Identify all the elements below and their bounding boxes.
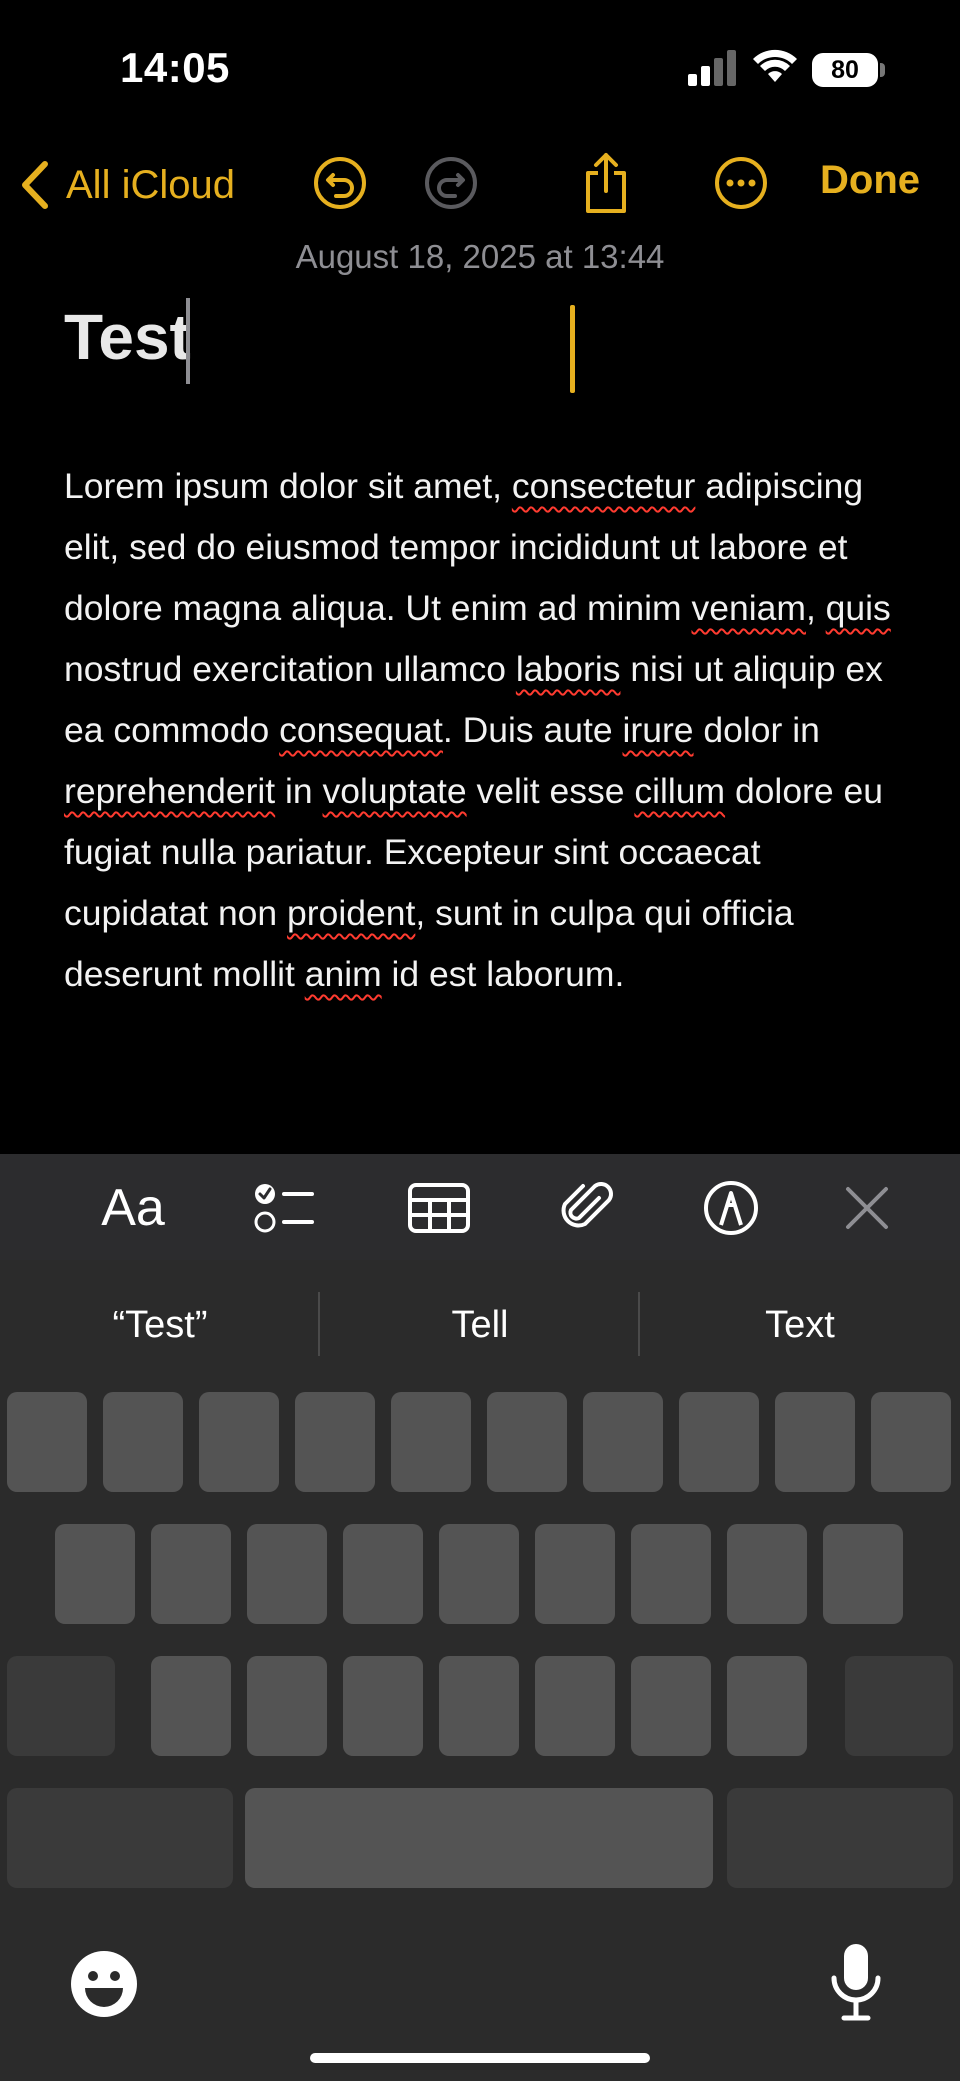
space-key[interactable] bbox=[245, 1788, 713, 1888]
note-body[interactable]: Lorem ipsum dolor sit amet, consectetur … bbox=[64, 456, 914, 1005]
microphone-icon[interactable] bbox=[826, 1942, 886, 2022]
keyboard-key[interactable] bbox=[679, 1392, 759, 1492]
redo-button[interactable] bbox=[416, 148, 486, 218]
misspelled-word[interactable]: voluptate bbox=[323, 771, 467, 811]
paperclip-icon bbox=[561, 1182, 613, 1228]
misspelled-word[interactable]: cillum bbox=[634, 771, 725, 811]
checklist-button[interactable] bbox=[250, 1178, 320, 1238]
keyboard-key[interactable] bbox=[199, 1392, 279, 1492]
share-button[interactable] bbox=[571, 148, 641, 218]
keyboard-key[interactable] bbox=[247, 1524, 327, 1624]
keyboard-key[interactable] bbox=[55, 1524, 135, 1624]
note-date: August 18, 2025 at 13:44 bbox=[295, 238, 665, 275]
keyboard-key[interactable] bbox=[871, 1392, 951, 1492]
close-icon bbox=[846, 1187, 888, 1229]
text-cursor bbox=[186, 298, 190, 384]
keyboard-key[interactable] bbox=[7, 1392, 87, 1492]
home-indicator bbox=[310, 2053, 650, 2063]
more-button[interactable] bbox=[706, 148, 776, 218]
misspelled-word[interactable]: laboris bbox=[516, 649, 621, 689]
misspelled-word[interactable]: proident bbox=[287, 893, 415, 933]
misspelled-word[interactable]: consequat bbox=[279, 710, 443, 750]
body-text-run: Lorem ipsum dolor sit amet, bbox=[64, 466, 512, 506]
status-time: 14:05 bbox=[120, 44, 230, 91]
markup-button[interactable] bbox=[696, 1178, 766, 1238]
keyboard-key[interactable] bbox=[295, 1392, 375, 1492]
body-text-run: id est laborum. bbox=[381, 954, 625, 994]
share-icon bbox=[586, 153, 626, 213]
keyboard-key[interactable] bbox=[727, 1656, 807, 1756]
table-button[interactable] bbox=[404, 1178, 474, 1238]
body-text-run: in bbox=[275, 771, 323, 811]
keyboard-key[interactable] bbox=[823, 1524, 903, 1624]
keyboard-key[interactable] bbox=[103, 1392, 183, 1492]
keyboard-key[interactable] bbox=[343, 1524, 423, 1624]
keyboard-key[interactable] bbox=[391, 1392, 471, 1492]
keyboard-key[interactable] bbox=[247, 1656, 327, 1756]
keyboard-key[interactable] bbox=[727, 1524, 807, 1624]
misspelled-word[interactable]: reprehenderit bbox=[64, 771, 275, 811]
attachment-button[interactable] bbox=[552, 1178, 622, 1238]
body-text-run: . Duis aute bbox=[442, 710, 623, 750]
suggestion-1[interactable]: “Test” bbox=[0, 1290, 320, 1360]
keyboard-key[interactable] bbox=[583, 1392, 663, 1492]
return-key[interactable] bbox=[727, 1788, 953, 1888]
keyboard-key[interactable] bbox=[151, 1656, 231, 1756]
keyboard-key[interactable] bbox=[439, 1524, 519, 1624]
misspelled-word[interactable]: quis bbox=[826, 588, 891, 628]
keyboard-key[interactable] bbox=[343, 1656, 423, 1756]
close-formatting-button[interactable] bbox=[832, 1178, 902, 1238]
delete-key[interactable] bbox=[845, 1656, 953, 1756]
undo-button[interactable] bbox=[305, 148, 375, 218]
redo-icon bbox=[425, 157, 477, 209]
keyboard-key[interactable] bbox=[631, 1524, 711, 1624]
misspelled-word[interactable]: anim bbox=[305, 954, 382, 994]
more-icon bbox=[715, 157, 767, 209]
keyboard-key[interactable] bbox=[775, 1392, 855, 1492]
body-text-run: velit esse bbox=[466, 771, 635, 811]
body-text-run: dolor in bbox=[693, 710, 820, 750]
back-button[interactable]: All iCloud bbox=[18, 150, 235, 220]
text-style-button[interactable]: Aa bbox=[98, 1178, 168, 1238]
suggestion-3[interactable]: Text bbox=[640, 1290, 960, 1360]
wifi-icon bbox=[753, 49, 797, 82]
keyboard-key[interactable] bbox=[439, 1656, 519, 1756]
table-icon bbox=[408, 1183, 470, 1233]
keyboard-key[interactable] bbox=[151, 1524, 231, 1624]
markup-icon bbox=[704, 1181, 758, 1235]
floating-cursor bbox=[570, 305, 575, 393]
shift-key[interactable] bbox=[7, 1656, 115, 1756]
chevron-left-icon bbox=[22, 161, 48, 209]
keyboard-key[interactable] bbox=[535, 1656, 615, 1756]
undo-icon bbox=[314, 157, 366, 209]
note-title[interactable]: Test bbox=[64, 300, 191, 374]
misspelled-word[interactable]: veniam bbox=[691, 588, 805, 628]
misspelled-word[interactable]: irure bbox=[623, 710, 694, 750]
keyboard-key[interactable] bbox=[487, 1392, 567, 1492]
back-label: All iCloud bbox=[66, 162, 235, 207]
checklist-icon bbox=[254, 1184, 314, 1233]
body-text-run: , bbox=[805, 588, 826, 628]
battery-tip bbox=[880, 63, 885, 77]
keyboard-key[interactable] bbox=[631, 1656, 711, 1756]
suggestion-2[interactable]: Tell bbox=[320, 1290, 640, 1360]
misspelled-word[interactable]: consectetur bbox=[512, 466, 696, 506]
numbers-key[interactable] bbox=[7, 1788, 233, 1888]
keyboard-key[interactable] bbox=[535, 1524, 615, 1624]
body-text-run: nostrud exercitation ullamco bbox=[64, 649, 516, 689]
done-button[interactable]: Done bbox=[820, 158, 920, 203]
cellular-signal-icon bbox=[688, 50, 736, 86]
battery-indicator: 80 bbox=[812, 53, 878, 87]
emoji-icon[interactable] bbox=[68, 1948, 140, 2020]
